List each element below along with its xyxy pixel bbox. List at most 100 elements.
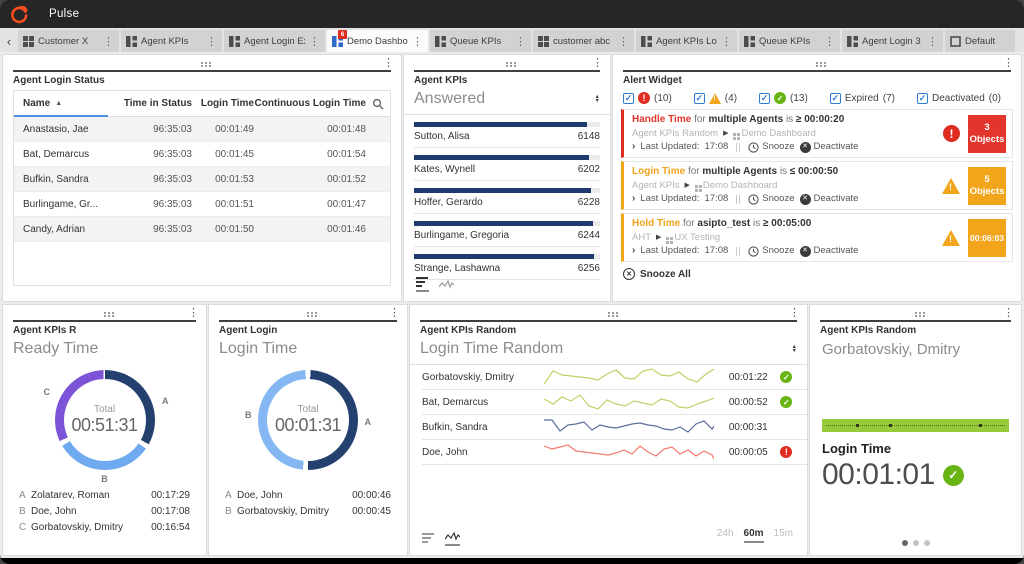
snooze-button[interactable]: Snooze [748, 140, 794, 154]
widget-menu-icon[interactable]: ⋮ [789, 306, 800, 319]
page-dot[interactable] [913, 540, 919, 546]
tab-menu-icon[interactable]: ⋮ [515, 35, 526, 48]
bar-chart-view-icon[interactable] [422, 532, 435, 546]
page-dot-active[interactable] [902, 540, 908, 546]
bar-list-item[interactable]: Kates, Wynell6202 [414, 148, 600, 181]
drag-handle-icon[interactable] [608, 312, 610, 314]
table-row[interactable]: Anastasio, Jae 96:35:03 00:01:49 00:01:4… [14, 117, 390, 142]
tab-queue-kpis-2[interactable]: Queue KPIs ⋮ [739, 30, 840, 52]
checkbox-checked-icon: ✓ [830, 93, 841, 104]
drag-handle-icon[interactable] [104, 312, 106, 314]
page-dot[interactable] [924, 540, 930, 546]
expand-icon[interactable]: › [632, 192, 635, 206]
tab-default[interactable]: Default [945, 30, 1015, 52]
filter-warnings[interactable]: ✓ (4) [694, 93, 737, 104]
alert-card[interactable]: Login Time for multiple Agents is ≤ 00:0… [621, 161, 1013, 210]
tab-agent-login-3[interactable]: Agent Login 3 ⋮ [842, 30, 943, 52]
tab-menu-icon[interactable]: ⋮ [412, 35, 423, 48]
widget-menu-icon[interactable]: ⋮ [1003, 306, 1014, 319]
widget-title: Agent Login [209, 322, 407, 338]
drag-handle-icon[interactable] [915, 312, 917, 314]
widget-menu-icon[interactable]: ⋮ [389, 306, 400, 319]
sort-toggle-icon[interactable]: ▲▼ [792, 345, 797, 354]
filter-ok[interactable]: ✓ ✓ (13) [759, 92, 808, 104]
gauge-marker [979, 424, 982, 427]
deactivate-button[interactable]: ✕Deactivate [800, 244, 859, 258]
tab-queue-kpis[interactable]: Queue KPIs ⋮ [430, 30, 531, 52]
alert-objects-badge[interactable]: 3Objects [968, 115, 1006, 153]
snooze-button[interactable]: Snooze [748, 192, 794, 206]
sparkline-row[interactable]: Bat, Demarcus 00:00:52 ✓ [422, 390, 807, 415]
alert-target: asipto_test [697, 218, 750, 229]
table-row[interactable]: Bufkin, Sandra 96:35:03 00:01:53 00:01:5… [14, 167, 390, 192]
table-search-icon[interactable] [366, 98, 390, 110]
tab-agent-kpis[interactable]: Agent KPIs ⋮ [121, 30, 222, 52]
tab-menu-icon[interactable]: ⋮ [927, 35, 938, 48]
tab-menu-icon[interactable]: ⋮ [103, 35, 114, 48]
range-15m[interactable]: 15m [774, 528, 793, 543]
agent-name: Doe, John [422, 447, 544, 458]
filter-expired[interactable]: ✓ Expired (7) [830, 93, 895, 104]
alert-card[interactable]: Hold Time for asipto_test is ≥ 00:05:00 … [621, 213, 1013, 262]
alert-updated-time: 17:08 [705, 192, 729, 206]
snooze-all-button[interactable]: ✕ Snooze All [613, 265, 1021, 283]
legend-item: AZolatarev, Roman00:17:29 [19, 488, 190, 504]
sparkline-row[interactable]: Gorbatovskiy, Dmitry 00:01:22 ✓ [422, 365, 807, 390]
widget-login-time-random: ⋮ Agent KPIs Random Login Time Random ▲▼… [409, 304, 808, 556]
alert-value-badge[interactable]: 00:06:03 [968, 219, 1006, 257]
expand-icon[interactable]: › [632, 140, 635, 154]
tab-agent-kpis-long[interactable]: Agent KPIs Long ⋮ [636, 30, 737, 52]
bar-list-item[interactable]: Burlingame, Gregoria6244 [414, 214, 600, 247]
tab-menu-icon[interactable]: ⋮ [721, 35, 732, 48]
metric-name: Login Time [822, 441, 1009, 456]
tab-menu-icon[interactable]: ⋮ [824, 35, 835, 48]
table-row[interactable]: Burlingame, Gr... 96:35:03 00:01:51 00:0… [14, 192, 390, 217]
column-header-time-in-status[interactable]: Time in Status [112, 98, 192, 109]
table-row[interactable]: Bat, Demarcus 96:35:03 00:01:45 00:01:54 [14, 142, 390, 167]
sparkline-view-icon[interactable] [445, 530, 460, 546]
sparkline-row[interactable]: Bufkin, Sandra 00:00:31 [422, 415, 807, 440]
filter-errors[interactable]: ✓ ! (10) [623, 92, 672, 104]
bar-list-item[interactable]: Hoffer, Gerardo6228 [414, 181, 600, 214]
widget-menu-icon[interactable]: ⋮ [592, 56, 603, 69]
warning-icon [942, 230, 960, 246]
deactivate-button[interactable]: ✕Deactivate [800, 140, 859, 154]
table-row[interactable]: Candy, Adrian 96:35:03 00:01:50 00:01:46 [14, 217, 390, 242]
snooze-button[interactable]: Snooze [748, 244, 794, 258]
segment-label-c: C [44, 387, 51, 397]
widget-menu-icon[interactable]: ⋮ [383, 56, 394, 69]
expand-icon[interactable]: › [632, 244, 635, 258]
drag-handle-icon[interactable] [307, 312, 309, 314]
bar-list-item[interactable]: Sutton, Alisa6148 [414, 115, 600, 148]
filter-deactivated[interactable]: ✓ Deactivated (0) [917, 93, 1001, 104]
status-ok-icon: ✓ [776, 371, 797, 383]
sparkline-view-icon[interactable] [439, 278, 454, 292]
deactivate-button[interactable]: ✕Deactivate [800, 192, 859, 206]
range-24h[interactable]: 24h [717, 528, 734, 543]
tab-menu-icon[interactable]: ⋮ [309, 35, 320, 48]
bar-chart-view-icon[interactable] [416, 276, 429, 292]
drag-handle-icon[interactable] [816, 62, 818, 64]
sort-toggle-icon[interactable]: ▲▼ [595, 95, 600, 104]
drag-handle-icon[interactable] [506, 62, 508, 64]
tab-agent-login-exten[interactable]: Agent Login Exten ⋮ [224, 30, 325, 52]
alert-objects-badge[interactable]: 5Objects [968, 167, 1006, 205]
widget-title: Agent KPIs [404, 72, 610, 88]
drag-handle-icon[interactable] [201, 62, 203, 64]
column-header-login-time[interactable]: Login Time [192, 98, 254, 109]
tab-customer-abc[interactable]: customer abc ⋮ [533, 30, 634, 52]
tabs-scroll-left-icon[interactable]: ‹ [2, 30, 16, 52]
sparkline-row[interactable]: Doe, John 00:00:05 ! [422, 440, 807, 465]
tab-menu-icon[interactable]: ⋮ [206, 35, 217, 48]
widget-menu-icon[interactable]: ⋮ [1003, 56, 1014, 69]
range-60m[interactable]: 60m [744, 528, 764, 543]
column-header-name[interactable]: Name▲ [14, 91, 112, 116]
alert-card[interactable]: Handle Time for multiple Agents is ≥ 00:… [621, 109, 1013, 158]
widget-menu-icon[interactable]: ⋮ [188, 306, 199, 319]
dashboard-icon [229, 36, 240, 47]
column-header-continuous-login-time[interactable]: Continuous Login Time [254, 98, 366, 109]
tab-customer-x[interactable]: Customer X ⋮ [18, 30, 119, 52]
alert-dashboard: Demo Dashboard [741, 128, 815, 139]
tab-demo-dashboard[interactable]: 6 Demo Dashboard ⋮ [327, 30, 428, 52]
tab-menu-icon[interactable]: ⋮ [618, 35, 629, 48]
